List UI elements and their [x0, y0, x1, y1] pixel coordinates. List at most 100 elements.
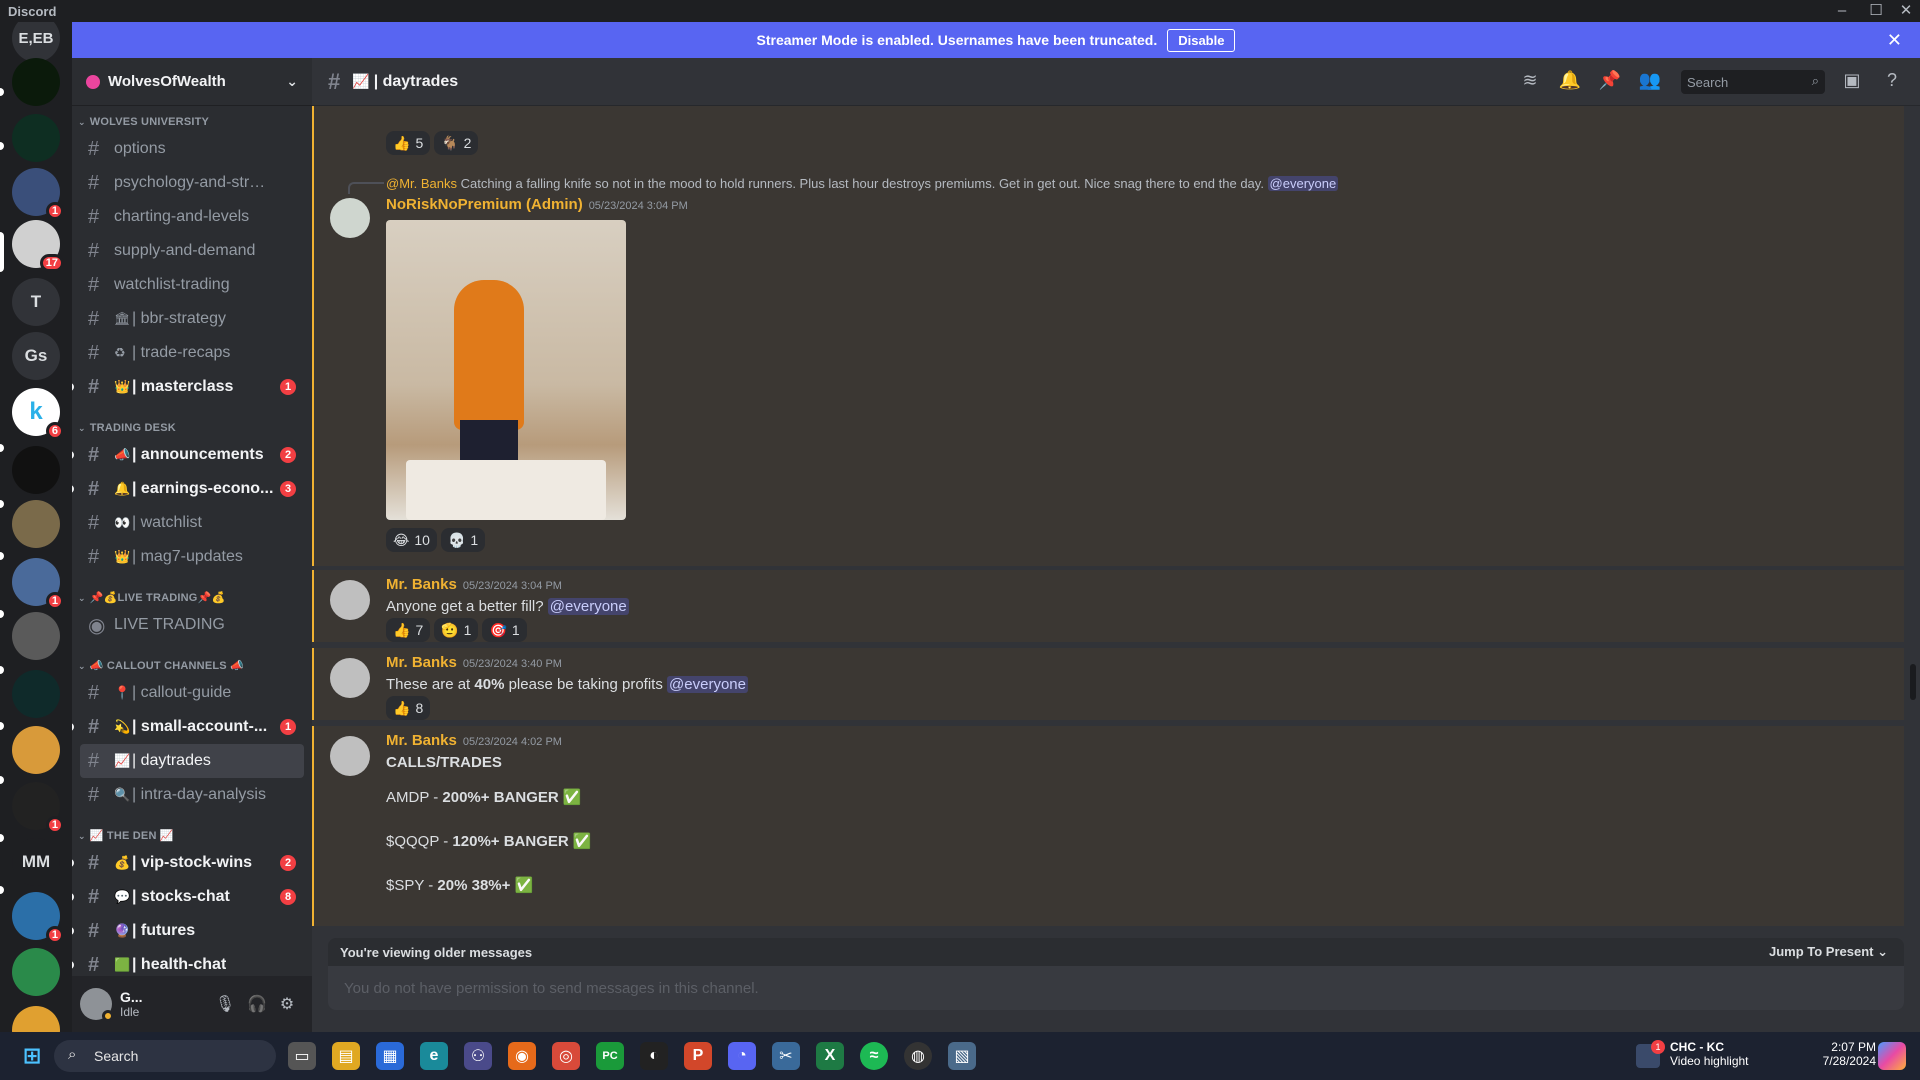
weather-widget[interactable]: CHC - KC Video highlight	[1670, 1040, 1749, 1068]
taskbar-search[interactable]: ⌕ Search	[54, 1040, 276, 1072]
firefox-icon[interactable]: ◉	[508, 1042, 536, 1070]
channel-item[interactable]: # 👀 | watchlist	[80, 506, 304, 540]
category-header[interactable]: ⌄ 📣 CALLOUT CHANNELS 📣	[72, 650, 312, 676]
avatar[interactable]	[330, 198, 370, 238]
powerpoint-icon[interactable]: P	[684, 1042, 712, 1070]
mention[interactable]: @everyone	[1267, 176, 1339, 191]
moon-server-icon[interactable]	[12, 446, 60, 494]
message-author[interactable]: Mr. Banks 05/23/2024 3:40 PM	[386, 654, 562, 671]
channel-item[interactable]: # 💫 | small-account-... 1	[72, 710, 304, 744]
mention[interactable]: @everyone	[547, 598, 629, 615]
close-banner-icon[interactable]: ✕	[1887, 30, 1902, 51]
avatar[interactable]	[330, 736, 370, 776]
excel-icon[interactable]: X	[816, 1042, 844, 1070]
microphone-icon[interactable]: 🎙	[214, 994, 236, 1016]
dog-cartoon-server-icon[interactable]	[12, 726, 60, 774]
search-input[interactable]: Search ⌕	[1681, 70, 1825, 94]
gear-icon[interactable]: ⚙	[276, 994, 298, 1016]
reaction-button[interactable]: 😂 10	[386, 528, 437, 552]
channel-item[interactable]: # 🔮 | futures	[72, 914, 304, 948]
channel-item[interactable]: # 📈 | daytrades	[80, 744, 304, 778]
avatar[interactable]	[330, 658, 370, 698]
headphones-icon[interactable]: 🎧	[246, 994, 268, 1016]
windows-start-icon[interactable]: ⊞	[18, 1042, 46, 1070]
reply-preview[interactable]: @Mr. Banks Catching a falling knife so n…	[386, 176, 1339, 191]
channel-item[interactable]: # 🔍 | intra-day-analysis	[80, 778, 304, 812]
obs-icon[interactable]: ◍	[904, 1042, 932, 1070]
mm-server-icon[interactable]: MM	[12, 838, 60, 886]
channel-item[interactable]: # psychology-and-strategi...	[80, 166, 304, 200]
snipping-icon[interactable]: ✂	[772, 1042, 800, 1070]
channel-item[interactable]: # ♻ | trade-recaps	[80, 336, 304, 370]
maximize-icon[interactable]: ☐	[1864, 1, 1888, 21]
app-icon[interactable]: ⚇	[464, 1042, 492, 1070]
channel-item[interactable]: # options	[80, 132, 304, 166]
message-author[interactable]: NoRiskNoPremium (Admin) 05/23/2024 3:04 P…	[386, 196, 688, 213]
task-view-icon[interactable]: ▭	[288, 1042, 316, 1070]
minimize-icon[interactable]: –	[1830, 1, 1854, 21]
server-icon[interactable]: T	[12, 278, 60, 326]
copilot-icon[interactable]	[1878, 1042, 1906, 1070]
reaction-button[interactable]: 👍 5	[386, 131, 431, 155]
dark-green-server-icon[interactable]	[12, 58, 60, 106]
channel-item[interactable]: # 👑 | masterclass 1	[72, 370, 304, 404]
channel-item[interactable]: # watchlist-trading	[80, 268, 304, 302]
spotify-icon[interactable]: ≈	[860, 1042, 888, 1070]
app-icon[interactable]: ◐	[640, 1042, 668, 1070]
pin-icon[interactable]: 📌	[1598, 70, 1622, 94]
mention[interactable]: @everyone	[667, 676, 748, 693]
inbox-icon[interactable]: ▣	[1840, 70, 1864, 94]
channel-item[interactable]: # charting-and-levels	[80, 200, 304, 234]
channel-item[interactable]: # 💰 | vip-stock-wins 2	[72, 846, 304, 880]
channel-item[interactable]: # 💬 | stocks-chat 8	[72, 880, 304, 914]
channel-item[interactable]: # 🏛 | bbr-strategy	[80, 302, 304, 336]
k-server-icon[interactable]: k6	[12, 388, 64, 440]
close-window-icon[interactable]: ✕	[1894, 1, 1918, 21]
channel-item[interactable]: # 👑 | mag7-updates	[80, 540, 304, 574]
bus-server-icon[interactable]	[12, 612, 60, 660]
pycharm-icon[interactable]: PC	[596, 1042, 624, 1070]
members-icon[interactable]: 👥	[1638, 70, 1662, 94]
channel-item[interactable]: # 🔔 | earnings-econo... 3	[72, 472, 304, 506]
rocket-server-icon[interactable]	[12, 948, 60, 996]
partial-server-icon[interactable]	[12, 1006, 60, 1032]
scrollbar[interactable]	[1910, 664, 1916, 700]
message-author[interactable]: Mr. Banks 05/23/2024 4:02 PM	[386, 732, 562, 749]
channel-item[interactable]: # 📍 | callout-guide	[80, 676, 304, 710]
drum-server-icon[interactable]: 1	[12, 782, 64, 834]
category-header[interactable]: ⌄ TRADING DESK	[72, 412, 312, 438]
clock[interactable]: 2:07 PM 7/28/2024	[1780, 1040, 1876, 1068]
help-icon[interactable]: ?	[1880, 70, 1904, 94]
reaction-button[interactable]: 👍 8	[386, 696, 431, 720]
sailboat-server-icon[interactable]: 1	[12, 892, 64, 944]
lightbulb-leaf-server-icon[interactable]	[12, 114, 60, 162]
chrome-icon[interactable]: ◎	[552, 1042, 580, 1070]
category-header[interactable]: ⌄ WOLVES UNIVERSITY	[72, 106, 312, 132]
channel-item[interactable]: ◉ LIVE TRADING	[80, 608, 304, 642]
disable-streamer-button[interactable]: Disable	[1167, 28, 1236, 52]
reaction-button[interactable]: 🎯 1	[482, 618, 527, 642]
channel-item[interactable]: # 📣 | announcements 2	[72, 438, 304, 472]
server-icon[interactable]: Gs	[12, 332, 60, 380]
category-header[interactable]: ⌄ 📌💰LIVE TRADING📌💰	[72, 582, 312, 608]
bell-icon[interactable]: 🔔	[1558, 70, 1582, 94]
edge-icon[interactable]: e	[420, 1042, 448, 1070]
message-author[interactable]: Mr. Banks 05/23/2024 3:04 PM	[386, 576, 562, 593]
category-header[interactable]: ⌄ 📈 THE DEN 📈	[72, 820, 312, 846]
home-server[interactable]: E,EB	[12, 22, 60, 62]
reaction-button[interactable]: 🐐 2	[434, 131, 479, 155]
avatar[interactable]	[80, 988, 114, 1022]
cartoon-server-icon[interactable]: 1	[12, 558, 64, 610]
discord-icon[interactable]: ◔	[728, 1042, 756, 1070]
art-server-icon[interactable]: 1	[12, 168, 64, 220]
jump-to-present-button[interactable]: Jump To Present ⌄	[1769, 944, 1888, 960]
server-header[interactable]: WolvesOfWealth ⌄	[72, 58, 312, 106]
bulb-server-icon[interactable]	[12, 670, 60, 718]
channel-item[interactable]: # 🟩 | health-chat	[72, 948, 304, 976]
threads-icon[interactable]: ≋	[1518, 70, 1542, 94]
store-icon[interactable]: ▦	[376, 1042, 404, 1070]
channel-item[interactable]: # supply-and-demand	[80, 234, 304, 268]
file-explorer-icon[interactable]: ▤	[332, 1042, 360, 1070]
photos-icon[interactable]: ▧	[948, 1042, 976, 1070]
dog-server-icon[interactable]	[12, 500, 60, 548]
